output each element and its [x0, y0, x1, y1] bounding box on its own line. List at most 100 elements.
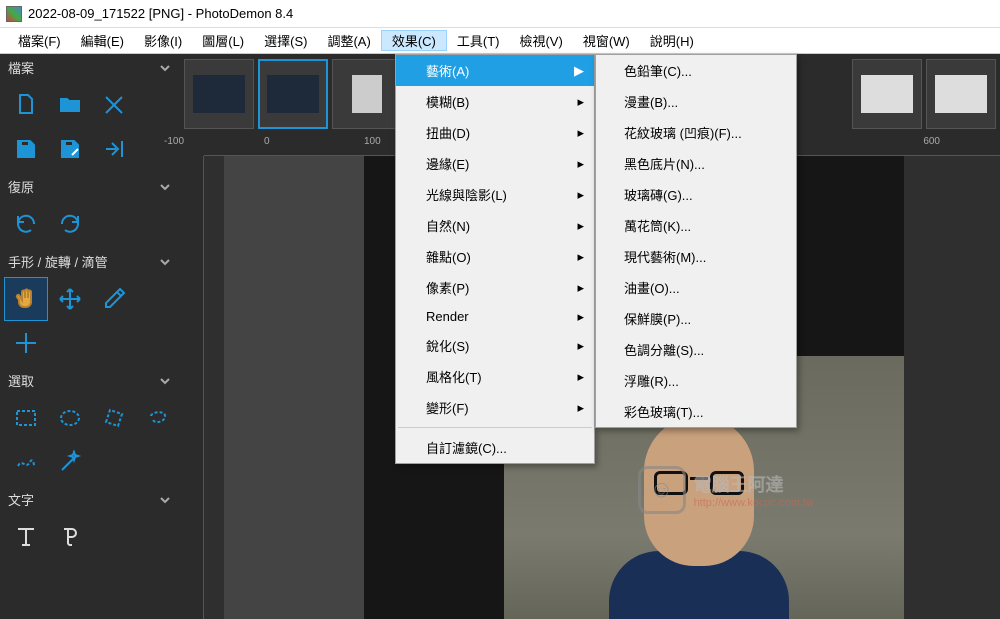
- document-thumb[interactable]: [258, 59, 328, 129]
- freehand-icon: [14, 450, 38, 474]
- undo-icon: [14, 212, 38, 236]
- effects-menu-dropdown: 藝術(A)▶ 模糊(B)▸ 扭曲(D)▸ 邊緣(E)▸ 光線與陰影(L)▸ 自然…: [395, 54, 595, 464]
- fancy-text-icon: [58, 525, 82, 549]
- menu-item-render[interactable]: Render▸: [396, 303, 594, 330]
- sidebar-section-tools[interactable]: 手形 / 旋轉 / 滴管: [0, 248, 180, 275]
- select-toolgrid: [0, 394, 180, 486]
- ruler-vertical: [180, 156, 204, 619]
- sidebar-section-undo[interactable]: 復原: [0, 173, 180, 200]
- menu-item-comic[interactable]: 漫畫(B)...: [596, 86, 796, 117]
- eyedropper-icon: [102, 287, 126, 311]
- sidebar-section-select-label: 選取: [8, 371, 34, 390]
- menu-item-film-noir[interactable]: 黑色底片(N)...: [596, 148, 796, 179]
- sidebar-section-undo-label: 復原: [8, 177, 34, 196]
- menu-select[interactable]: 選擇(S): [254, 30, 317, 51]
- menu-item-nature[interactable]: 自然(N)▸: [396, 210, 594, 241]
- rect-select-button[interactable]: [4, 396, 48, 440]
- undo-button[interactable]: [4, 202, 48, 246]
- folder-open-icon: [58, 93, 82, 117]
- lasso-select-button[interactable]: [136, 396, 180, 440]
- eyedropper-tool-button[interactable]: [92, 277, 136, 321]
- app-icon: [6, 6, 22, 22]
- menu-item-plastic-wrap[interactable]: 保鮮膜(P)...: [596, 303, 796, 334]
- menu-item-custom-filter[interactable]: 自訂濾鏡(C)...: [396, 432, 594, 463]
- menu-item-pixelate[interactable]: 像素(P)▸: [396, 272, 594, 303]
- menu-item-stained-glass[interactable]: 彩色玻璃(T)...: [596, 396, 796, 427]
- save-as-button[interactable]: [48, 127, 92, 171]
- sidebar: 檔案 復原 手形 / 旋轉 / 滴管: [0, 54, 180, 619]
- open-folder-button[interactable]: [48, 83, 92, 127]
- ellipse-select-icon: [58, 406, 82, 430]
- redo-button[interactable]: [48, 202, 92, 246]
- watermark-icon: ☺: [638, 466, 686, 514]
- menu-window[interactable]: 視窗(W): [573, 30, 640, 51]
- menu-item-figured-glass[interactable]: 花紋玻璃 (凹痕)(F)...: [596, 117, 796, 148]
- artistic-submenu: 色鉛筆(C)... 漫畫(B)... 花紋玻璃 (凹痕)(F)... 黑色底片(…: [595, 54, 797, 428]
- menu-item-distort[interactable]: 扭曲(D)▸: [396, 117, 594, 148]
- watermark: ☺ 電腦王阿達 http://www.kocpc.com.tw: [638, 466, 814, 514]
- window-title: 2022-08-09_171522 [PNG] - PhotoDemon 8.4: [28, 6, 293, 21]
- menu-item-posterize[interactable]: 色調分離(S)...: [596, 334, 796, 365]
- menu-bar: 檔案(F) 編輯(E) 影像(I) 圖層(L) 選擇(S) 調整(A) 效果(C…: [0, 28, 1000, 54]
- undo-toolgrid: [0, 200, 180, 248]
- menu-item-noise[interactable]: 雜點(O)▸: [396, 241, 594, 272]
- poly-select-icon: [102, 406, 126, 430]
- menu-adjust[interactable]: 調整(A): [317, 30, 380, 51]
- menu-item-relief[interactable]: 浮雕(R)...: [596, 365, 796, 396]
- menu-item-sharpen[interactable]: 銳化(S)▸: [396, 330, 594, 361]
- document-thumb[interactable]: [332, 59, 402, 129]
- menu-item-light-shadow[interactable]: 光線與陰影(L)▸: [396, 179, 594, 210]
- menu-item-artistic[interactable]: 藝術(A)▶: [396, 55, 594, 86]
- export-button[interactable]: [92, 127, 136, 171]
- magic-wand-button[interactable]: [48, 440, 92, 484]
- menu-item-oil-paint[interactable]: 油畫(O)...: [596, 272, 796, 303]
- close-button[interactable]: [92, 83, 136, 127]
- menu-effects[interactable]: 效果(C): [381, 30, 447, 51]
- save-button[interactable]: [4, 127, 48, 171]
- menu-edit[interactable]: 編輯(E): [71, 30, 134, 51]
- freehand-select-button[interactable]: [4, 440, 48, 484]
- fancy-text-tool-button[interactable]: [48, 515, 92, 559]
- menu-help[interactable]: 說明(H): [640, 30, 704, 51]
- text-icon: [14, 525, 38, 549]
- close-icon: [102, 93, 126, 117]
- menu-layer[interactable]: 圖層(L): [192, 30, 254, 51]
- ruler-tick: -100: [164, 136, 184, 147]
- text-tool-button[interactable]: [4, 515, 48, 559]
- sidebar-section-file-label: 檔案: [8, 58, 34, 77]
- new-file-button[interactable]: [4, 83, 48, 127]
- hand-tool-button[interactable]: [4, 277, 48, 321]
- text-toolgrid: [0, 513, 180, 561]
- ruler-tick: 0: [264, 136, 270, 147]
- move-icon: [58, 287, 82, 311]
- document-thumb[interactable]: [852, 59, 922, 129]
- document-thumb[interactable]: [184, 59, 254, 129]
- watermark-url: http://www.kocpc.com.tw: [694, 497, 814, 509]
- menu-view[interactable]: 檢視(V): [509, 30, 572, 51]
- ellipse-select-button[interactable]: [48, 396, 92, 440]
- poly-select-button[interactable]: [92, 396, 136, 440]
- sidebar-section-file[interactable]: 檔案: [0, 54, 180, 81]
- sidebar-section-text[interactable]: 文字: [0, 486, 180, 513]
- menu-tools[interactable]: 工具(T): [447, 30, 510, 51]
- menu-image[interactable]: 影像(I): [134, 30, 192, 51]
- menu-item-colored-pencil[interactable]: 色鉛筆(C)...: [596, 55, 796, 86]
- lasso-select-icon: [146, 406, 170, 430]
- menu-item-modern-art[interactable]: 現代藝術(M)...: [596, 241, 796, 272]
- rect-select-icon: [14, 406, 38, 430]
- crop-tool-button[interactable]: [4, 321, 48, 365]
- ruler-tick: 100: [364, 136, 381, 147]
- menu-item-transform[interactable]: 變形(F)▸: [396, 392, 594, 423]
- menu-item-blur[interactable]: 模糊(B)▸: [396, 86, 594, 117]
- menu-item-kaleidoscope[interactable]: 萬花筒(K)...: [596, 210, 796, 241]
- sidebar-section-select[interactable]: 選取: [0, 367, 180, 394]
- magic-wand-icon: [58, 450, 82, 474]
- document-thumb[interactable]: [926, 59, 996, 129]
- tools-toolgrid: [0, 275, 180, 367]
- move-tool-button[interactable]: [48, 277, 92, 321]
- menu-item-stylize[interactable]: 風格化(T)▸: [396, 361, 594, 392]
- menu-item-edge[interactable]: 邊緣(E)▸: [396, 148, 594, 179]
- menu-file[interactable]: 檔案(F): [8, 30, 71, 51]
- chevron-down-icon: [158, 180, 172, 194]
- menu-item-glass-tiles[interactable]: 玻璃磚(G)...: [596, 179, 796, 210]
